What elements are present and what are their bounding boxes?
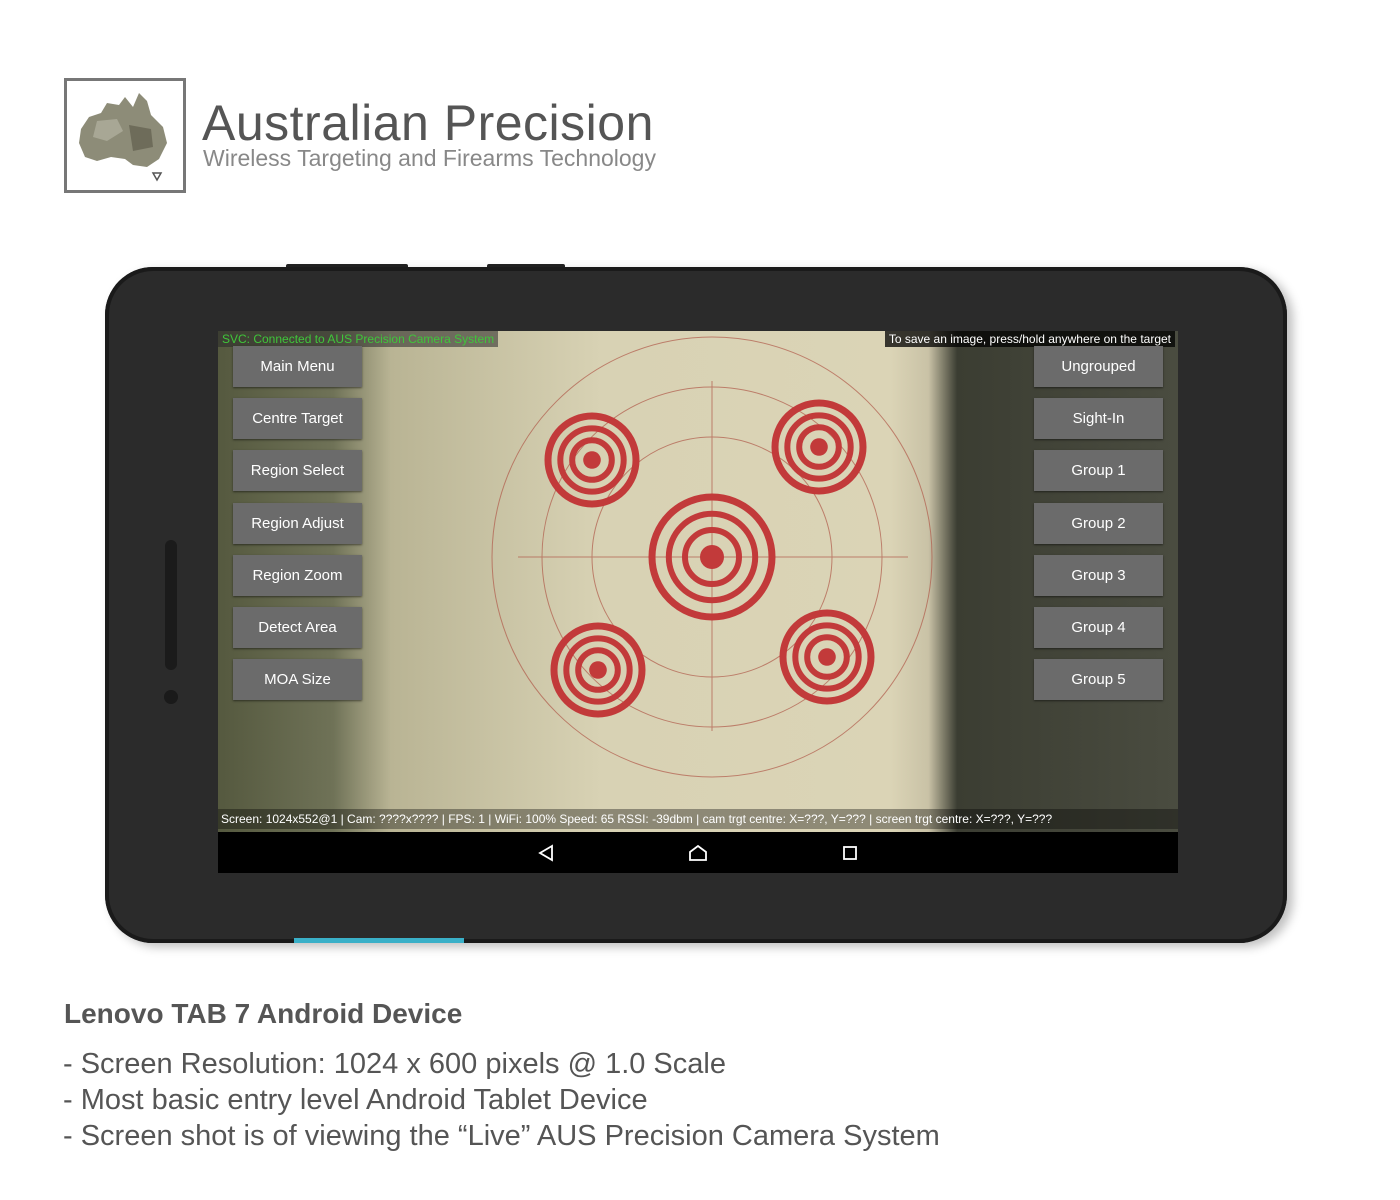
front-camera: [164, 690, 178, 704]
right-group-5-button[interactable]: Group 5: [1034, 659, 1163, 700]
australia-map-icon: [79, 93, 167, 182]
right-group-3-button[interactable]: Group 3: [1034, 555, 1163, 596]
logo: [64, 78, 186, 193]
android-nav-bar: [218, 832, 1178, 873]
target-bullseye: [810, 438, 828, 456]
right-group-2-button[interactable]: Group 2: [1034, 503, 1163, 544]
back-icon[interactable]: [535, 842, 557, 864]
right-sight-in-button[interactable]: Sight-In: [1034, 398, 1163, 439]
recents-icon[interactable]: [839, 842, 861, 864]
left-centre-target-button[interactable]: Centre Target: [233, 398, 362, 439]
left-region-adjust-button[interactable]: Region Adjust: [233, 503, 362, 544]
target-bullseye: [700, 545, 724, 569]
right-ungrouped-button[interactable]: Ungrouped: [1034, 346, 1163, 387]
speaker-grille: [165, 540, 177, 670]
left-detect-area-button[interactable]: Detect Area: [233, 607, 362, 648]
right-group-1-button[interactable]: Group 1: [1034, 450, 1163, 491]
spec-bullet: - Screen shot is of viewing the “Live” A…: [63, 1120, 940, 1152]
left-region-zoom-button[interactable]: Region Zoom: [233, 555, 362, 596]
left-main-menu-button[interactable]: Main Menu: [233, 346, 362, 387]
spec-bullet: - Most basic entry level Android Tablet …: [63, 1084, 648, 1116]
connection-status: SVC: Connected to AUS Precision Camera S…: [218, 331, 499, 347]
right-group-4-button[interactable]: Group 4: [1034, 607, 1163, 648]
home-icon[interactable]: [687, 842, 709, 864]
brand-title: Australian Precision: [202, 95, 654, 151]
tablet-screen: SVC: Connected to AUS Precision Camera S…: [218, 331, 1178, 873]
target-bullseye: [818, 648, 836, 666]
left-moa-size-button[interactable]: MOA Size: [233, 659, 362, 700]
device-title: Lenovo TAB 7 Android Device: [64, 998, 463, 1029]
telemetry-status: Screen: 1024x552@1 | Cam: ????x???? | FP…: [218, 809, 1178, 829]
brand-subtitle: Wireless Targeting and Firearms Technolo…: [203, 145, 656, 171]
target-bullseye: [589, 661, 607, 679]
spec-bullet: - Screen Resolution: 1024 x 600 pixels @…: [63, 1048, 726, 1080]
left-region-select-button[interactable]: Region Select: [233, 450, 362, 491]
save-hint: To save an image, press/hold anywhere on…: [884, 331, 1175, 347]
target-bullseye: [583, 451, 601, 469]
device-label-strip: [294, 938, 464, 943]
